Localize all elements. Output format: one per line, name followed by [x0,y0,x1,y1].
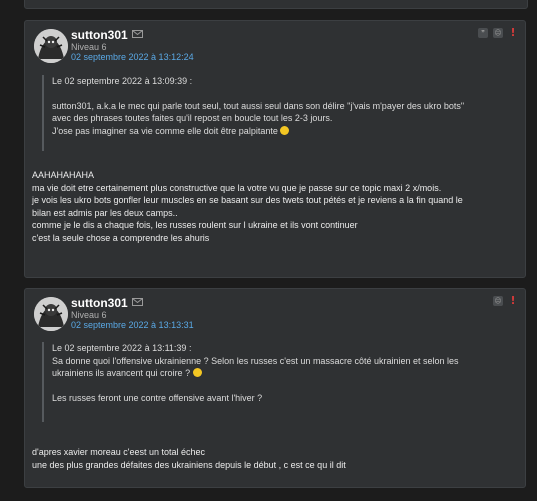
sad-face-icon[interactable]: ☹ [493,28,503,38]
mail-icon[interactable] [132,30,143,38]
body-line: bilan est admis par les deux camps.. [32,207,178,218]
quote-line: avec des phrases toutes faites qu'il rep… [52,113,333,123]
avatar[interactable] [34,29,68,63]
quote-header: Le 02 septembre 2022 à 13:11:39 : [52,343,192,353]
avatar[interactable] [34,297,68,331]
forum-post: sutton301 Niveau 6 02 septembre 2022 à 1… [24,20,526,278]
username[interactable]: sutton301 [71,296,128,310]
quote-block: Le 02 septembre 2022 à 13:11:39 : Sa don… [42,342,515,422]
user-level: Niveau 6 [71,310,107,320]
body-line: comme je le dis a chaque fois, les russe… [32,220,358,230]
quote-block: Le 02 septembre 2022 à 13:09:39 : sutton… [42,75,515,151]
body-line: une des plus grandes défaites des ukrain… [32,459,346,470]
quote-line: J'ose pas imaginer sa vie comme elle doi… [52,125,278,136]
body-line: AAHAHAHAHA [32,170,95,180]
quote-line: Les russes feront une contre offensive a… [52,392,263,403]
quote-icon[interactable]: ❞ [478,28,488,38]
alert-icon[interactable]: ! [508,27,518,38]
mail-icon[interactable] [132,298,143,306]
body-line: c'est la seule chose a comprendre les ah… [32,232,210,243]
body-line: ma vie doit etre certainement plus const… [32,182,442,193]
quote-line: sutton301, a.k.a le mec qui parle tout s… [52,100,465,111]
username[interactable]: sutton301 [71,28,128,42]
body-line: je vois les ukro bots gonfler leur muscl… [32,195,463,205]
post-date-link[interactable]: 02 septembre 2022 à 13:13:31 [71,320,194,330]
confused-emoji [192,368,202,377]
body-line: d'apres xavier moreau c'eest un total éc… [32,447,206,457]
quote-header: Le 02 septembre 2022 à 13:09:39 : [52,76,193,86]
forum-post: sutton301 Niveau 6 02 septembre 2022 à 1… [24,288,526,488]
quote-line: Sa donne quoi l'offensive ukrainienne ? … [52,355,459,366]
user-level: Niveau 6 [71,42,107,52]
post-actions: ☹ ! [493,295,518,306]
post-actions: ❞ ☹ ! [478,27,518,38]
alert-icon[interactable]: ! [508,295,518,306]
quote-line: ukrainiens ils avancent qui croire ? [52,368,191,378]
previous-post-edge [24,0,528,9]
sad-face-icon[interactable]: ☹ [493,296,503,306]
smile-emoji [280,125,290,135]
post-body: AAHAHAHAHA ma vie doit etre certainement… [32,169,517,244]
post-body: d'apres xavier moreau c'eest un total éc… [32,446,517,471]
post-date-link[interactable]: 02 septembre 2022 à 13:12:24 [71,52,194,62]
